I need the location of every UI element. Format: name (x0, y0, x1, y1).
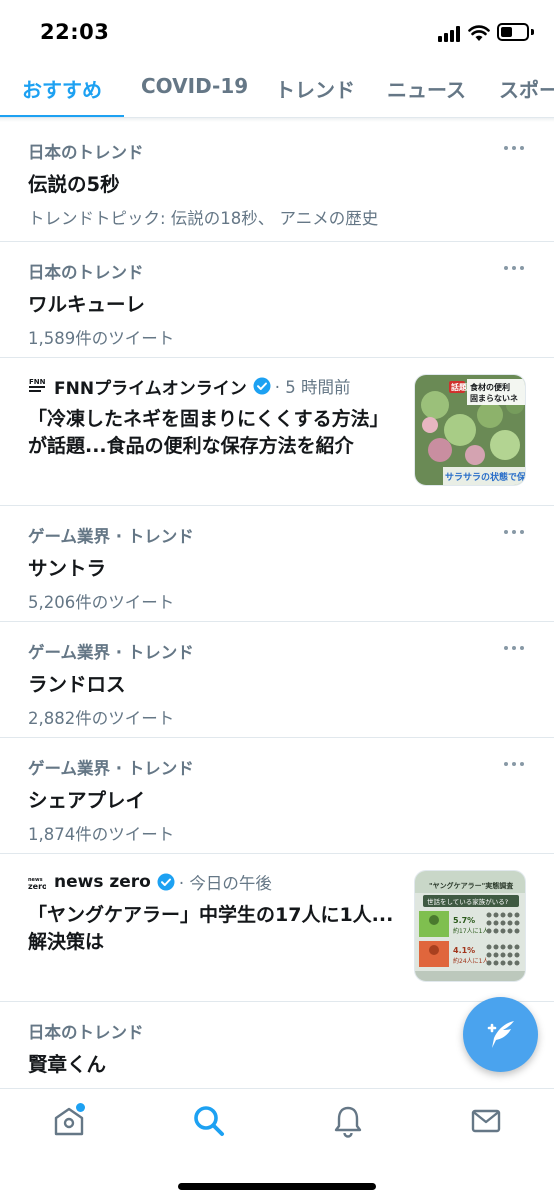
thumb-stat-sub: 約17人に1人 (453, 927, 488, 935)
thumb-stat-sub: 約24人に1人 (453, 957, 488, 965)
trend-meta: 2,882件のツイート (28, 709, 175, 728)
trend-context: 日本のトレンド (28, 143, 144, 162)
news-time: · 今日の午後 (178, 874, 272, 893)
battery-icon (497, 23, 529, 41)
verified-badge-icon (157, 873, 175, 891)
trend-meta: 5,206件のツイート (28, 593, 175, 612)
thumb-stat: 4.1% (453, 946, 475, 955)
trend-title: シェアプレイ (28, 789, 146, 812)
tab-sports[interactable]: スポー (499, 74, 554, 103)
more-options-icon[interactable] (504, 762, 524, 766)
trend-title: ワルキューレ (28, 293, 146, 316)
trend-context: ゲーム業界 · トレンド (28, 759, 194, 778)
news-source-name: FNNプライムオンライン (54, 378, 247, 399)
news-item[interactable]: news zero news zero · 今日の午後 「ヤングケアラー」中学生の… (0, 854, 554, 1002)
svg-text:FNN: FNN (29, 378, 46, 386)
news-item[interactable]: FNN FNNプライムオンライン · 5 時間前 「冷凍したネギを固まりにくくす… (0, 358, 554, 506)
news-time: · 5 時間前 (274, 378, 351, 397)
cellular-signal-icon (438, 26, 462, 42)
tab-news[interactable]: ニュース (387, 74, 466, 103)
trend-meta: 1,874件のツイート (28, 825, 175, 844)
bottom-navigation (0, 1088, 554, 1200)
svg-text:zero: zero (28, 882, 46, 891)
thumb-title: "ヤングケアラー"実態調査 (429, 881, 514, 890)
trend-context: 日本のトレンド (28, 263, 144, 282)
thumb-question: 世話をしている家族がいる? (427, 897, 508, 906)
thumb-text: 固まらないネ (470, 393, 518, 403)
thumb-badge: 話題 (451, 382, 468, 392)
home-indicator (178, 1183, 376, 1190)
fnn-logo-icon: FNN (28, 377, 46, 395)
compose-tweet-icon (487, 1021, 514, 1048)
battery-cap (531, 29, 534, 35)
verified-badge-icon (253, 377, 271, 395)
news-zero-logo-icon: news zero (28, 873, 46, 891)
news-source-name: news zero (54, 872, 151, 892)
news-headline: 「ヤングケアラー」中学生の17人に1人...解決策は (28, 904, 394, 953)
trend-meta: 1,589件のツイート (28, 329, 175, 348)
trend-context: ゲーム業界 · トレンド (28, 643, 194, 662)
news-thumbnail[interactable]: 話題 食材の便利 固まらないネ サラサラの状態で保 (414, 374, 526, 486)
mail-icon[interactable] (466, 1101, 506, 1141)
trend-item[interactable]: ゲーム業界 · トレンド サントラ 5,206件のツイート (0, 506, 554, 622)
more-options-icon[interactable] (504, 266, 524, 270)
trend-item[interactable]: ゲーム業界 · トレンド シェアプレイ 1,874件のツイート (0, 738, 554, 854)
news-source: FNN FNNプライムオンライン · 5 時間前 (28, 374, 351, 399)
more-options-icon[interactable] (504, 646, 524, 650)
news-source: news zero news zero · 今日の午後 (28, 870, 272, 894)
thumb-stat: 5.7% (453, 916, 475, 925)
bell-icon[interactable] (328, 1101, 368, 1141)
trend-context: ゲーム業界 · トレンド (28, 527, 194, 546)
explore-tabs: おすすめ COVID-19 トレンド ニュース スポー (0, 62, 554, 118)
trends-feed: 日本のトレンド 伝説の5秒 トレンドトピック: 伝説の18秒、 アニメの歴史 日… (0, 122, 554, 1092)
trend-item[interactable]: 日本のトレンド ワルキューレ 1,589件のツイート (0, 242, 554, 358)
news-thumbnail[interactable]: "ヤングケアラー"実態調査 世話をしている家族がいる? 5.7% 約17人に1人… (414, 870, 526, 982)
more-options-icon[interactable] (504, 530, 524, 534)
trend-title: サントラ (28, 557, 107, 580)
trend-title: ランドロス (28, 673, 126, 696)
trend-item[interactable]: 日本のトレンド 伝説の5秒 トレンドトピック: 伝説の18秒、 アニメの歴史 (0, 122, 554, 242)
more-options-icon[interactable] (504, 146, 524, 150)
notification-dot (76, 1103, 85, 1112)
tab-recommended[interactable]: おすすめ (22, 74, 102, 103)
thumb-caption: サラサラの状態で保 (445, 471, 526, 483)
compose-tweet-button[interactable] (463, 997, 538, 1072)
trend-item[interactable]: ゲーム業界 · トレンド ランドロス 2,882件のツイート (0, 622, 554, 738)
search-icon[interactable] (189, 1101, 229, 1141)
tab-trends[interactable]: トレンド (275, 74, 355, 103)
wifi-icon (468, 25, 490, 41)
status-time: 22:03 (40, 20, 110, 44)
status-bar: 22:03 (0, 0, 554, 62)
thumb-text: 食材の便利 (470, 382, 510, 392)
news-headline: 「冷凍したネギを固まりにくくする方法」が話題...食品の便利な保存方法を紹介 (28, 408, 389, 457)
trend-title: 伝説の5秒 (28, 173, 120, 196)
tab-covid19[interactable]: COVID-19 (141, 74, 248, 98)
trend-meta: トレンドトピック: 伝説の18秒、 アニメの歴史 (28, 209, 379, 228)
